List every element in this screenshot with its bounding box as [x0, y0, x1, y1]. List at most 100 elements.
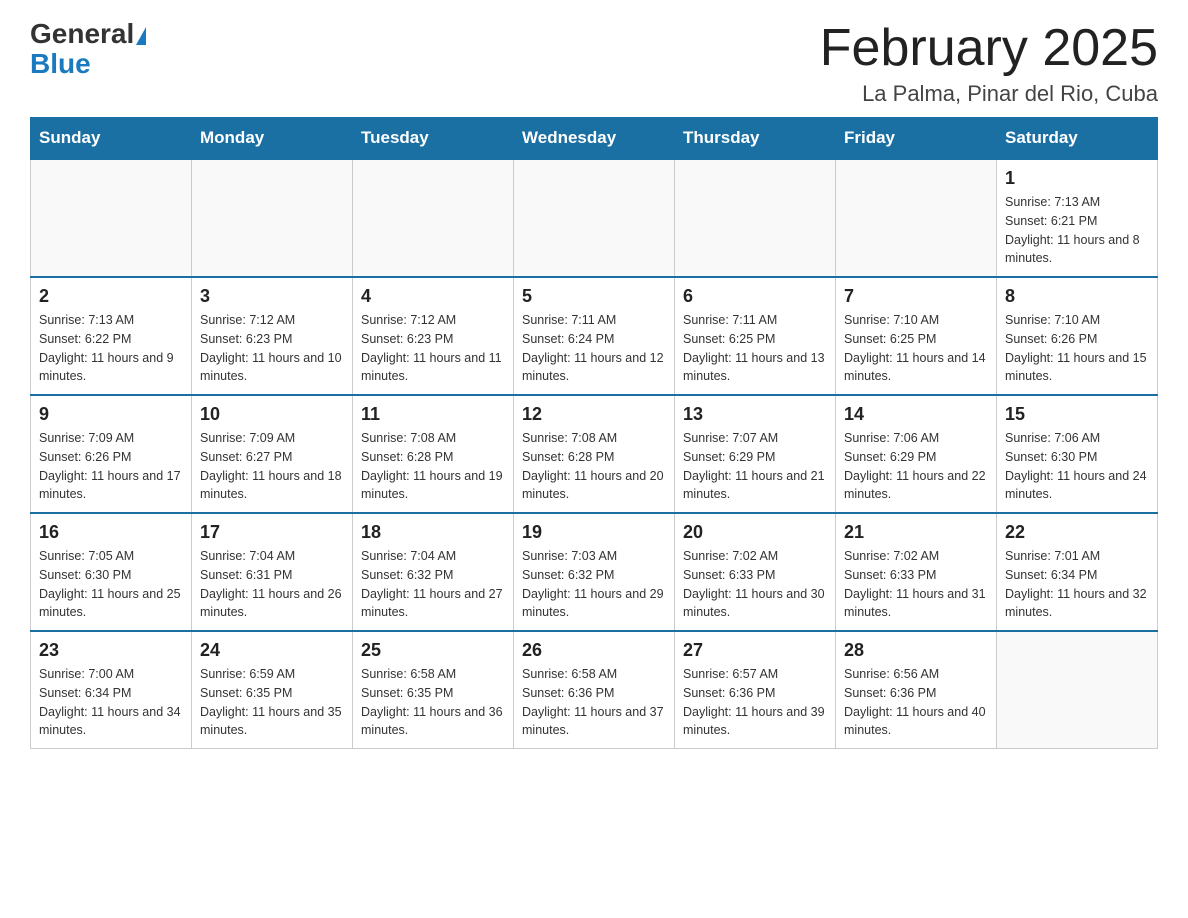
calendar-cell	[675, 159, 836, 277]
calendar-cell	[514, 159, 675, 277]
logo-blue-text: Blue	[30, 50, 91, 78]
weekday-header-tuesday: Tuesday	[353, 118, 514, 160]
day-info: Sunrise: 7:00 AMSunset: 6:34 PMDaylight:…	[39, 665, 183, 740]
calendar-cell: 6 Sunrise: 7:11 AMSunset: 6:25 PMDaylight…	[675, 277, 836, 395]
day-info: Sunrise: 6:58 AMSunset: 6:36 PMDaylight:…	[522, 665, 666, 740]
day-number: 16	[39, 522, 183, 543]
calendar-cell	[997, 631, 1158, 749]
page-header: General Blue February 2025 La Palma, Pin…	[30, 20, 1158, 107]
calendar-cell	[353, 159, 514, 277]
calendar-week-1: 1 Sunrise: 7:13 AMSunset: 6:21 PMDaylight…	[31, 159, 1158, 277]
day-info: Sunrise: 7:02 AMSunset: 6:33 PMDaylight:…	[683, 547, 827, 622]
calendar-cell: 26 Sunrise: 6:58 AMSunset: 6:36 PMDayligh…	[514, 631, 675, 749]
day-number: 1	[1005, 168, 1149, 189]
day-number: 17	[200, 522, 344, 543]
day-info: Sunrise: 6:57 AMSunset: 6:36 PMDaylight:…	[683, 665, 827, 740]
day-number: 8	[1005, 286, 1149, 307]
calendar-cell: 2Sunrise: 7:13 AMSunset: 6:22 PMDaylight…	[31, 277, 192, 395]
calendar-week-4: 16 Sunrise: 7:05 AMSunset: 6:30 PMDayligh…	[31, 513, 1158, 631]
day-info: Sunrise: 6:59 AMSunset: 6:35 PMDaylight:…	[200, 665, 344, 740]
calendar-cell: 10 Sunrise: 7:09 AMSunset: 6:27 PMDayligh…	[192, 395, 353, 513]
day-number: 12	[522, 404, 666, 425]
day-info: Sunrise: 7:11 AMSunset: 6:24 PMDaylight:…	[522, 311, 666, 386]
calendar-cell: 17Sunrise: 7:04 AMSunset: 6:31 PMDayligh…	[192, 513, 353, 631]
day-info: Sunrise: 7:12 AMSunset: 6:23 PMDaylight:…	[361, 311, 505, 386]
weekday-header-monday: Monday	[192, 118, 353, 160]
calendar-cell: 5 Sunrise: 7:11 AMSunset: 6:24 PMDaylight…	[514, 277, 675, 395]
calendar-cell: 20 Sunrise: 7:02 AMSunset: 6:33 PMDayligh…	[675, 513, 836, 631]
calendar-cell: 1 Sunrise: 7:13 AMSunset: 6:21 PMDaylight…	[997, 159, 1158, 277]
day-info: Sunrise: 6:58 AMSunset: 6:35 PMDaylight:…	[361, 665, 505, 740]
calendar-cell: 12 Sunrise: 7:08 AMSunset: 6:28 PMDayligh…	[514, 395, 675, 513]
day-info: Sunrise: 7:13 AMSunset: 6:22 PMDaylight:…	[39, 311, 183, 386]
day-info: Sunrise: 7:07 AMSunset: 6:29 PMDaylight:…	[683, 429, 827, 504]
day-number: 18	[361, 522, 505, 543]
day-number: 4	[361, 286, 505, 307]
calendar-week-3: 9 Sunrise: 7:09 AMSunset: 6:26 PMDaylight…	[31, 395, 1158, 513]
weekday-header-saturday: Saturday	[997, 118, 1158, 160]
day-number: 28	[844, 640, 988, 661]
day-number: 13	[683, 404, 827, 425]
weekday-header-friday: Friday	[836, 118, 997, 160]
day-info: Sunrise: 7:09 AMSunset: 6:27 PMDaylight:…	[200, 429, 344, 504]
calendar-cell: 21 Sunrise: 7:02 AMSunset: 6:33 PMDayligh…	[836, 513, 997, 631]
day-number: 6	[683, 286, 827, 307]
day-number: 7	[844, 286, 988, 307]
calendar-cell: 9 Sunrise: 7:09 AMSunset: 6:26 PMDaylight…	[31, 395, 192, 513]
calendar-cell: 4 Sunrise: 7:12 AMSunset: 6:23 PMDaylight…	[353, 277, 514, 395]
calendar-header-row: SundayMondayTuesdayWednesdayThursdayFrid…	[31, 118, 1158, 160]
calendar-cell: 14 Sunrise: 7:06 AMSunset: 6:29 PMDayligh…	[836, 395, 997, 513]
calendar-cell: 27Sunrise: 6:57 AMSunset: 6:36 PMDayligh…	[675, 631, 836, 749]
day-number: 21	[844, 522, 988, 543]
day-info: Sunrise: 7:10 AMSunset: 6:25 PMDaylight:…	[844, 311, 988, 386]
day-number: 23	[39, 640, 183, 661]
calendar-cell	[192, 159, 353, 277]
title-block: February 2025 La Palma, Pinar del Rio, C…	[820, 20, 1158, 107]
calendar-cell: 15Sunrise: 7:06 AMSunset: 6:30 PMDayligh…	[997, 395, 1158, 513]
day-info: Sunrise: 7:02 AMSunset: 6:33 PMDaylight:…	[844, 547, 988, 622]
day-number: 25	[361, 640, 505, 661]
calendar-cell	[31, 159, 192, 277]
calendar-week-2: 2Sunrise: 7:13 AMSunset: 6:22 PMDaylight…	[31, 277, 1158, 395]
logo-triangle-icon	[136, 27, 146, 45]
logo: General Blue	[30, 20, 146, 78]
day-info: Sunrise: 7:05 AMSunset: 6:30 PMDaylight:…	[39, 547, 183, 622]
calendar-cell: 28 Sunrise: 6:56 AMSunset: 6:36 PMDayligh…	[836, 631, 997, 749]
month-title: February 2025	[820, 20, 1158, 77]
calendar-cell: 13 Sunrise: 7:07 AMSunset: 6:29 PMDayligh…	[675, 395, 836, 513]
calendar-cell: 25 Sunrise: 6:58 AMSunset: 6:35 PMDayligh…	[353, 631, 514, 749]
calendar-cell	[836, 159, 997, 277]
calendar-cell: 8 Sunrise: 7:10 AMSunset: 6:26 PMDaylight…	[997, 277, 1158, 395]
day-number: 22	[1005, 522, 1149, 543]
location-title: La Palma, Pinar del Rio, Cuba	[820, 81, 1158, 107]
calendar-week-5: 23 Sunrise: 7:00 AMSunset: 6:34 PMDayligh…	[31, 631, 1158, 749]
day-info: Sunrise: 6:56 AMSunset: 6:36 PMDaylight:…	[844, 665, 988, 740]
day-info: Sunrise: 7:13 AMSunset: 6:21 PMDaylight:…	[1005, 193, 1149, 268]
day-number: 26	[522, 640, 666, 661]
weekday-header-thursday: Thursday	[675, 118, 836, 160]
day-number: 9	[39, 404, 183, 425]
day-number: 3	[200, 286, 344, 307]
day-info: Sunrise: 7:10 AMSunset: 6:26 PMDaylight:…	[1005, 311, 1149, 386]
day-number: 14	[844, 404, 988, 425]
day-info: Sunrise: 7:09 AMSunset: 6:26 PMDaylight:…	[39, 429, 183, 504]
day-number: 10	[200, 404, 344, 425]
day-info: Sunrise: 7:01 AMSunset: 6:34 PMDaylight:…	[1005, 547, 1149, 622]
day-info: Sunrise: 7:11 AMSunset: 6:25 PMDaylight:…	[683, 311, 827, 386]
day-info: Sunrise: 7:12 AMSunset: 6:23 PMDaylight:…	[200, 311, 344, 386]
calendar-cell: 7 Sunrise: 7:10 AMSunset: 6:25 PMDaylight…	[836, 277, 997, 395]
day-number: 24	[200, 640, 344, 661]
calendar-cell: 18 Sunrise: 7:04 AMSunset: 6:32 PMDayligh…	[353, 513, 514, 631]
calendar-cell: 19Sunrise: 7:03 AMSunset: 6:32 PMDayligh…	[514, 513, 675, 631]
calendar-cell: 23 Sunrise: 7:00 AMSunset: 6:34 PMDayligh…	[31, 631, 192, 749]
day-number: 5	[522, 286, 666, 307]
day-info: Sunrise: 7:04 AMSunset: 6:32 PMDaylight:…	[361, 547, 505, 622]
day-info: Sunrise: 7:06 AMSunset: 6:29 PMDaylight:…	[844, 429, 988, 504]
calendar-cell: 16 Sunrise: 7:05 AMSunset: 6:30 PMDayligh…	[31, 513, 192, 631]
day-number: 11	[361, 404, 505, 425]
day-info: Sunrise: 7:08 AMSunset: 6:28 PMDaylight:…	[522, 429, 666, 504]
calendar-cell: 3 Sunrise: 7:12 AMSunset: 6:23 PMDaylight…	[192, 277, 353, 395]
day-number: 15	[1005, 404, 1149, 425]
calendar-table: SundayMondayTuesdayWednesdayThursdayFrid…	[30, 117, 1158, 749]
day-number: 20	[683, 522, 827, 543]
